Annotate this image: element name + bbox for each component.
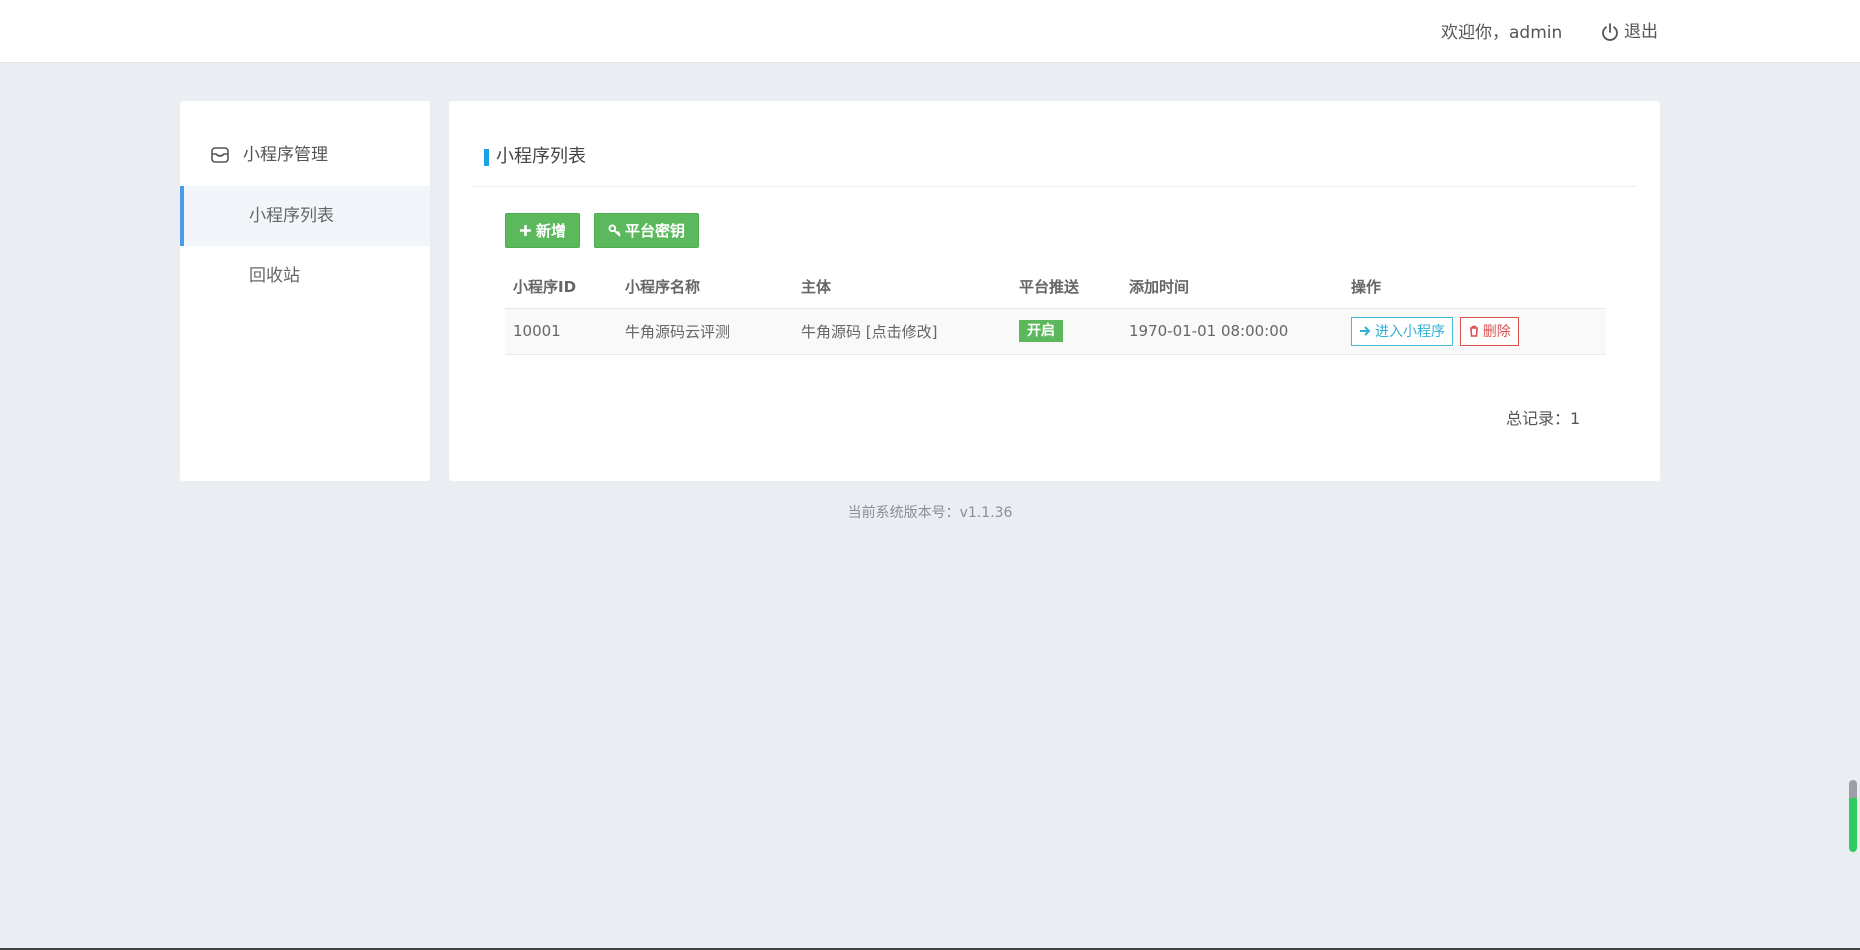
add-button-label: 新增 (536, 222, 567, 240)
version-label: 当前系统版本号：v1.1.36 (847, 505, 1013, 521)
trash-icon (1469, 325, 1478, 337)
platform-key-button[interactable]: 平台密钥 (594, 213, 700, 248)
platform-key-label: 平台密钥 (625, 222, 686, 240)
cell-subject-edit-link[interactable]: 牛角源码 [点击修改] (793, 308, 1011, 355)
sidebar-item-miniprogram-list[interactable]: 小程序列表 (180, 186, 430, 246)
table-header-row: 小程序ID 小程序名称 主体 平台推送 添加时间 操作 (505, 266, 1606, 309)
col-time: 添加时间 (1121, 266, 1343, 309)
enter-miniprogram-button[interactable]: 进入小程序 (1351, 316, 1453, 346)
sidebar-item-label: 小程序列表 (249, 206, 334, 226)
cell-id: 10001 (505, 308, 617, 355)
col-actions: 操作 (1343, 266, 1606, 309)
sidebar-item-recycle-bin[interactable]: 回收站 (180, 246, 430, 306)
col-subject: 主体 (793, 266, 1011, 309)
version-text: 当前系统版本号：v1.1.36 (0, 503, 1860, 523)
store-icon (211, 147, 229, 163)
table-row: 10001 牛角源码云评测 牛角源码 [点击修改] 开启 1970-01-01 … (505, 308, 1606, 355)
cell-actions: 进入小程序 删除 (1343, 308, 1606, 355)
sidebar-group-miniprogram[interactable]: 小程序管理 (210, 143, 328, 167)
enter-label: 进入小程序 (1375, 324, 1445, 340)
col-name: 小程序名称 (617, 266, 793, 309)
sidebar-item-label: 回收站 (249, 266, 300, 286)
cell-push: 开启 (1011, 308, 1121, 355)
col-id: 小程序ID (505, 266, 617, 309)
cell-time: 1970-01-01 08:00:00 (1121, 308, 1343, 355)
page-title: 小程序列表 (484, 145, 586, 169)
key-icon (608, 224, 621, 237)
miniprogram-table: 小程序ID 小程序名称 主体 平台推送 添加时间 操作 10001 牛角源码云评… (505, 266, 1606, 355)
sidebar-group-label: 小程序管理 (243, 145, 328, 165)
title-divider (473, 186, 1636, 187)
col-push: 平台推送 (1011, 266, 1121, 309)
delete-label: 删除 (1482, 324, 1511, 340)
top-bar: 欢迎你，admin 退出 (0, 0, 1860, 63)
logout-label: 退出 (1624, 22, 1658, 42)
logout-button[interactable]: 退出 (1600, 20, 1658, 44)
welcome-text: 欢迎你，admin (1441, 23, 1563, 43)
delete-button[interactable]: 删除 (1459, 316, 1519, 346)
power-icon (1602, 23, 1618, 41)
push-status-badge: 开启 (1019, 320, 1063, 342)
cell-name: 牛角源码云评测 (617, 308, 793, 355)
scrollbar-thumb[interactable] (1849, 780, 1857, 852)
plus-icon (520, 225, 531, 236)
sidebar: 小程序管理 小程序列表 回收站 (180, 101, 430, 481)
arrow-right-icon (1360, 326, 1371, 336)
main-panel: 小程序列表 新增 平台密钥 小程序ID 小程序名称 主体 平台推送 添加时间 操… (449, 101, 1660, 481)
add-button[interactable]: 新增 (505, 213, 581, 248)
total-records: 总记录：1 (1506, 409, 1581, 428)
